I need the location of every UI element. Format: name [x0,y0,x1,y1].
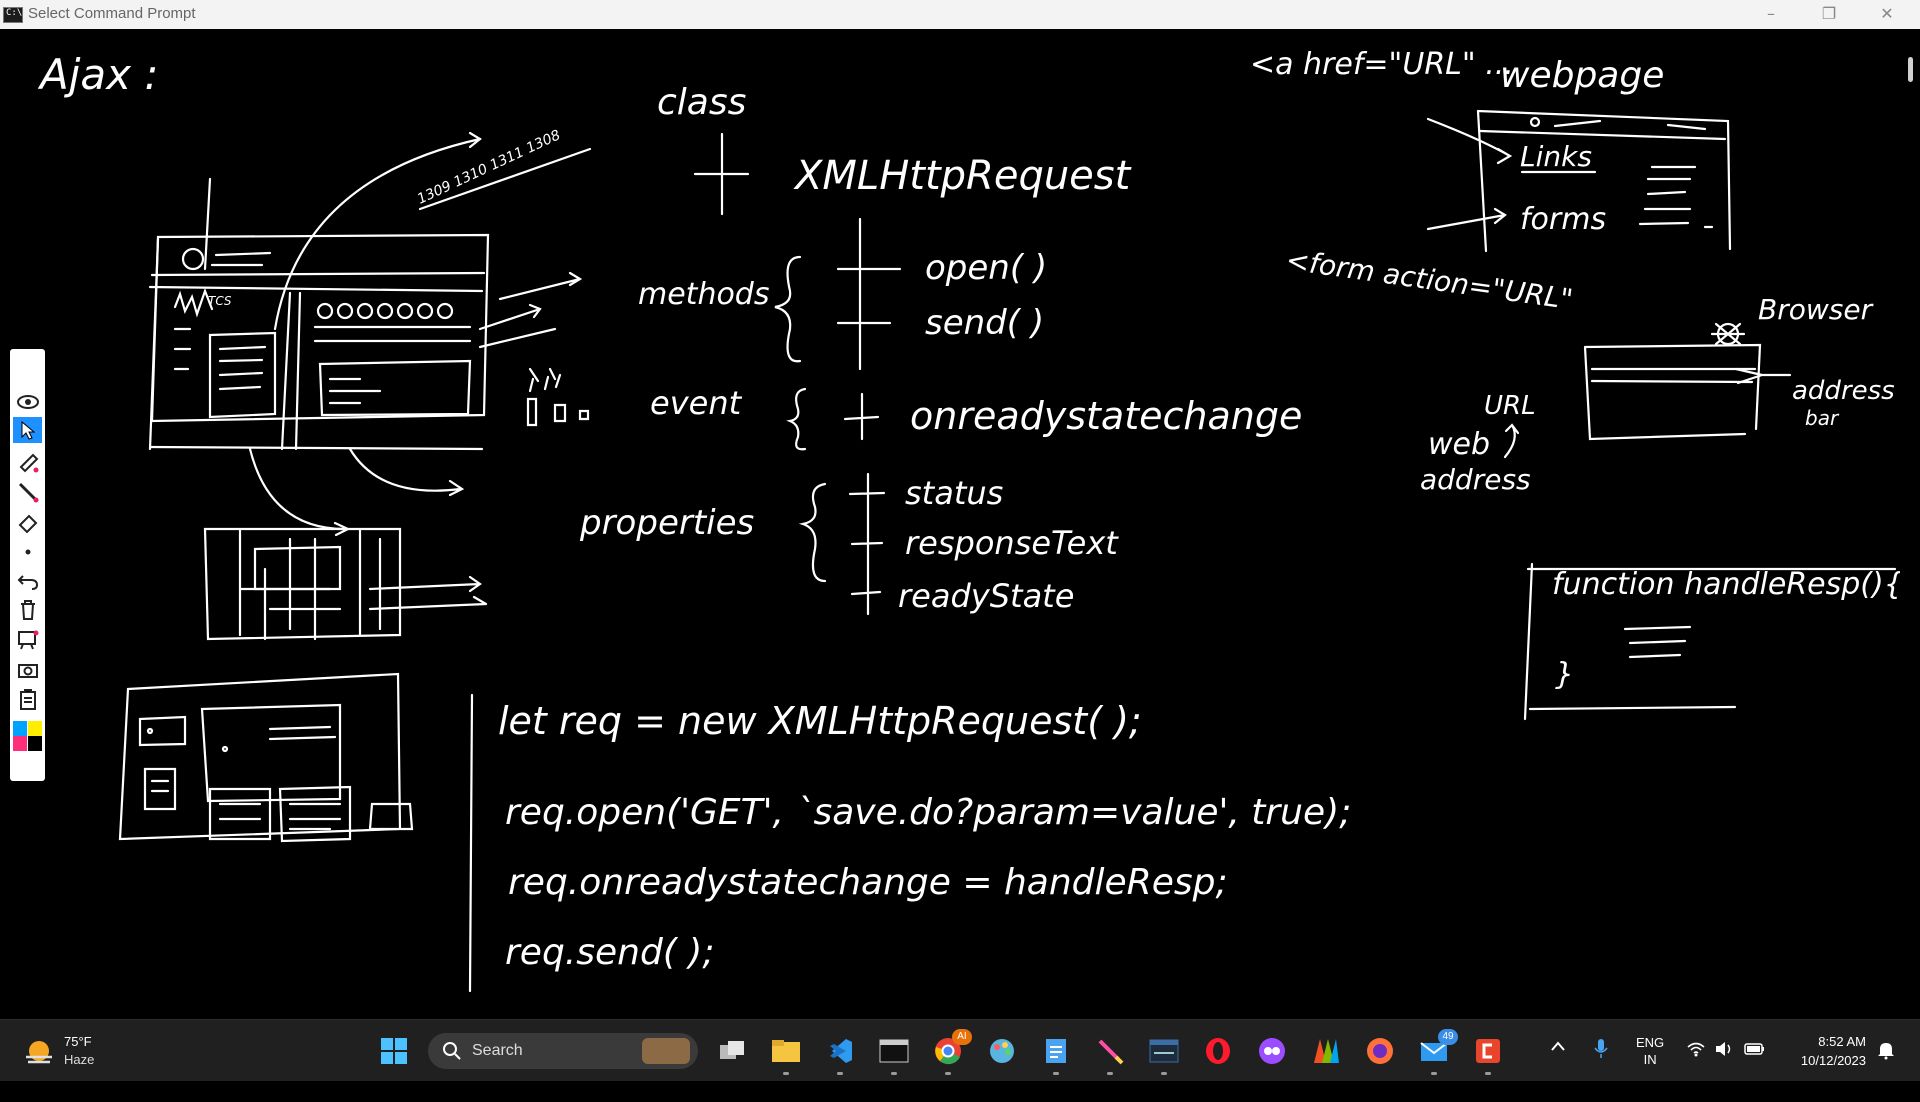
notification-icon[interactable] [1876,1040,1896,1101]
app-colorful-icon[interactable] [1308,1033,1344,1069]
scrollbar[interactable] [1900,29,1920,1019]
window-title: Select Command Prompt [28,5,196,22]
taskbar: 75°F Haze Search AI 49 ENG IN 8:52 AM 10… [0,1019,1920,1081]
weather-temp: 75°F [64,1034,92,1049]
microphone-icon[interactable] [1594,1038,1608,1099]
anchor-tag-text: <a href="URL" ... [1250,47,1514,82]
web-label: web [1428,427,1490,462]
search-box[interactable]: Search [428,1033,698,1069]
page-sketch [118,672,414,843]
start-icon[interactable] [376,1033,412,1069]
close-icon[interactable]: ✕ [1858,0,1916,29]
browser-diagram [1583,322,1792,441]
form-tag-text: <form action="URL" [1284,243,1575,316]
terminal-icon[interactable] [876,1033,912,1075]
whiteboard-canvas[interactable]: Ajax : TCS 1309 1310 1311 1308 class XML… [0,29,1900,1019]
vscode-icon[interactable] [822,1033,858,1075]
undo-icon[interactable] [13,567,42,593]
color-swatch-black[interactable] [28,736,42,751]
app-purple-icon[interactable] [1254,1033,1290,1069]
property-status: status [905,474,1003,512]
language-region: IN [1643,1052,1657,1067]
whiteboard-icon[interactable] [13,627,42,653]
pointer-icon[interactable] [13,417,42,443]
clock[interactable]: 8:52 AM 10/12/2023 [1786,1032,1866,1093]
title-bar: C:\ Select Command Prompt – ❐ ✕ [0,0,1920,30]
language-indicator[interactable]: ENG IN [1636,1034,1664,1095]
search-icon [443,1042,461,1060]
mail-icon[interactable]: 49 [1416,1029,1458,1075]
search-highlight-image [642,1038,690,1064]
show-hidden-icons[interactable] [1550,1040,1566,1101]
eye-icon[interactable] [13,389,42,415]
layout-sketch [203,527,488,641]
class-name: XMLHttpRequest [793,153,1132,199]
clipboard-icon[interactable] [13,687,42,713]
pen-tool-icon[interactable] [1092,1033,1128,1075]
forms-label: forms [1520,202,1606,237]
command-prompt-icon: C:\ [3,7,23,23]
annotation-toolbar [10,349,45,781]
camera-icon[interactable] [13,657,42,683]
trash-icon[interactable] [13,597,42,623]
firefox-icon[interactable] [1362,1033,1398,1069]
battery-icon[interactable] [1744,1041,1766,1102]
heading-text: Ajax : [37,50,159,99]
address-label: address [1792,376,1895,406]
wifi-icon[interactable] [1686,1041,1706,1102]
scrollbar-thumb[interactable] [1908,57,1913,82]
properties-label: properties [579,503,754,543]
clock-date: 10/12/2023 [1800,1053,1866,1068]
weather-condition: Haze [64,1052,95,1067]
opera-icon[interactable] [1200,1033,1236,1069]
search-placeholder: Search [472,1042,523,1059]
browser-label: Browser [1758,293,1874,326]
notepad-icon[interactable] [1038,1033,1074,1075]
code-line-2: req.open('GET', `save.do?param=value', t… [505,792,1351,833]
clock-time: 8:52 AM [1818,1034,1866,1049]
paint-icon[interactable] [984,1033,1020,1069]
property-responsetext: responseText [905,524,1119,562]
app-red-icon[interactable] [1470,1033,1506,1075]
task-view-icon[interactable] [714,1033,750,1069]
links-label: Links [1520,140,1592,173]
chrome-icon[interactable]: AI [930,1029,972,1075]
color-swatch-pink[interactable] [13,736,27,751]
file-explorer-icon[interactable] [768,1033,804,1075]
eraser-icon[interactable] [13,509,42,535]
code-line-3: req.onreadystatechange = handleResp; [508,862,1228,903]
chrome-badge: AI [952,1029,972,1045]
dot-icon[interactable] [13,539,42,565]
address-text: address [1420,463,1531,496]
haze-sun-icon [26,1041,52,1064]
weather-widget[interactable]: 75°F Haze [20,1034,140,1070]
color-swatch-yellow[interactable] [28,721,42,736]
url-label: URL [1484,391,1536,421]
mail-badge: 49 [1438,1029,1458,1045]
code-line-4: req.send( ); [505,932,714,973]
function-close-brace: } [1555,657,1574,692]
webpage-label: webpage [1500,55,1664,96]
sketch-tcs: TCS [208,294,232,308]
bar-label: bar [1805,406,1840,430]
language-code: ENG [1636,1035,1665,1050]
method-open: open( ) [925,248,1047,288]
volume-icon[interactable] [1714,1041,1734,1102]
function-text: function handleResp(){ [1552,567,1900,602]
property-readystate: readyState [898,577,1074,615]
code-line-1: let req = new XMLHttpRequest( ); [498,699,1142,743]
event-name: onreadystatechange [910,394,1302,438]
method-send: send( ) [925,303,1044,343]
line-icon[interactable] [13,479,42,505]
color-palette-icon[interactable] [13,721,42,751]
mysql-icon[interactable] [1146,1033,1182,1075]
methods-label: methods [638,277,769,312]
highlighter-icon[interactable] [13,449,42,475]
minimize-icon[interactable]: – [1742,0,1800,29]
restore-icon[interactable]: ❐ [1800,0,1858,29]
webpage-sketch: TCS 1309 1310 1311 1308 [148,127,592,537]
class-label: class [657,82,746,123]
color-swatch-blue[interactable] [13,721,27,736]
event-label: event [650,384,743,422]
